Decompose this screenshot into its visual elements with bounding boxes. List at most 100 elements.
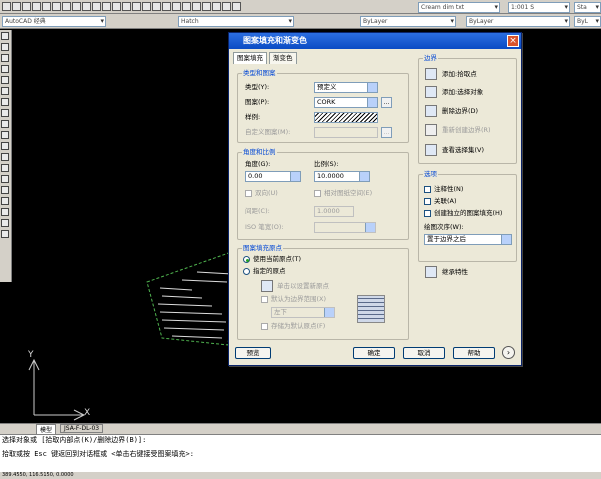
pattern-browse-button[interactable]: … (381, 97, 392, 108)
layer-select[interactable]: Hatch (178, 16, 294, 27)
color-select[interactable]: ByLayer (360, 16, 456, 27)
properties-icon[interactable] (162, 2, 171, 11)
tab-gradient[interactable]: 渐变色 (269, 52, 297, 64)
tool-palettes-icon[interactable] (182, 2, 191, 11)
gradient-icon[interactable] (1, 197, 9, 205)
save-icon[interactable] (22, 2, 31, 11)
inherit-properties-icon[interactable] (425, 266, 437, 278)
circle-icon[interactable] (1, 98, 9, 106)
double-checkbox (245, 190, 252, 197)
inherit-properties-label[interactable]: 继承特性 (442, 268, 468, 277)
markup-icon[interactable] (202, 2, 211, 11)
workspace-select[interactable]: AutoCAD 经典 (2, 16, 106, 27)
dim-scale-select[interactable]: 1:001 S (508, 2, 570, 13)
standard-select[interactable]: Sta (574, 2, 601, 13)
sheet-set-icon[interactable] (192, 2, 201, 11)
preview-icon[interactable] (42, 2, 51, 11)
hatch-icon[interactable] (1, 186, 9, 194)
scale-select[interactable]: 10.0000 (314, 171, 370, 182)
remove-boundaries-label[interactable]: 删除边界(D) (442, 107, 478, 116)
layout-tabs: 模型 JSA-F-DL-03 (0, 423, 601, 435)
separate-hatches-label: 创建独立的图案填充(H) (434, 209, 503, 217)
spacing-label: 间距(C): (245, 207, 270, 215)
tab-hatch[interactable]: 图案填充 (233, 52, 267, 64)
ok-button[interactable]: 确定 (353, 347, 395, 359)
default-extents-checkbox (261, 296, 268, 303)
command-window[interactable]: 选择对象或 [拾取内部点(K)/删除边界(B)]: 拾取或按 Esc 键返回到对… (0, 434, 601, 474)
insert-block-icon[interactable] (1, 153, 9, 161)
iso-pen-select (314, 222, 376, 233)
add-pick-points-label[interactable]: 添加:拾取点 (442, 70, 477, 79)
view-selections-label[interactable]: 查看选择集(V) (442, 146, 484, 155)
type-select[interactable]: 预定义 (314, 82, 378, 93)
current-origin-label: 使用当前原点(T) (253, 255, 302, 263)
undo-icon[interactable] (102, 2, 111, 11)
rectangle-icon[interactable] (1, 76, 9, 84)
ellipse-arc-icon[interactable] (1, 142, 9, 150)
help-button[interactable]: 帮助 (453, 347, 495, 359)
zoom-window-icon[interactable] (142, 2, 151, 11)
copy-icon[interactable] (72, 2, 81, 11)
annotative-checkbox[interactable] (424, 186, 431, 193)
paste-icon[interactable] (82, 2, 91, 11)
add-select-objects-label[interactable]: 添加:选择对象 (442, 88, 483, 97)
text-style-select[interactable]: Cream dim txt (418, 2, 500, 13)
print-icon[interactable] (32, 2, 41, 11)
pan-icon[interactable] (122, 2, 131, 11)
text-style-icon[interactable] (232, 2, 241, 11)
view-selections-icon[interactable] (425, 144, 437, 156)
cancel-button[interactable]: 取消 (403, 347, 445, 359)
associative-label: 关联(A) (434, 197, 457, 205)
tab-layout[interactable]: JSA-F-DL-03 (60, 424, 104, 433)
options-title: 选项 (423, 170, 438, 178)
arc-icon[interactable] (1, 87, 9, 95)
line-icon[interactable] (1, 32, 9, 40)
current-origin-radio[interactable] (243, 256, 250, 263)
add-select-objects-icon[interactable] (425, 86, 437, 98)
remove-boundaries-icon[interactable] (425, 105, 437, 117)
zoom-previous-icon[interactable] (152, 2, 161, 11)
pattern-select[interactable]: CORK (314, 97, 378, 108)
point-icon[interactable] (1, 175, 9, 183)
cut-icon[interactable] (62, 2, 71, 11)
design-center-icon[interactable] (172, 2, 181, 11)
publish-icon[interactable] (52, 2, 61, 11)
origin-preview-icon (357, 295, 385, 323)
zoom-realtime-icon[interactable] (132, 2, 141, 11)
spline-icon[interactable] (1, 120, 9, 128)
close-icon[interactable]: × (507, 35, 519, 47)
preview-button[interactable]: 预览 (235, 347, 271, 359)
swatch-preview[interactable] (314, 112, 378, 123)
custom-pattern-label: 自定义图案(M): (245, 128, 291, 136)
ellipse-icon[interactable] (1, 131, 9, 139)
store-default-checkbox (261, 323, 268, 330)
specified-origin-radio[interactable] (243, 268, 250, 275)
polyline-icon[interactable] (1, 54, 9, 62)
region-icon[interactable] (1, 208, 9, 216)
mtext-icon[interactable] (1, 230, 9, 238)
construction-line-icon[interactable] (1, 43, 9, 51)
custom-pattern-select (314, 127, 378, 138)
help-icon[interactable] (222, 2, 231, 11)
open-file-icon[interactable] (12, 2, 21, 11)
new-file-icon[interactable] (2, 2, 11, 11)
revision-cloud-icon[interactable] (1, 109, 9, 117)
y-axis-label: Y (28, 350, 34, 360)
linetype-select[interactable]: ByLayer (466, 16, 570, 27)
separate-hatches-checkbox[interactable] (424, 210, 431, 217)
scale-label: 比例(S): (314, 160, 339, 168)
options-group: 选项 (418, 170, 517, 262)
angle-select[interactable]: 0.00 (245, 171, 301, 182)
add-pick-points-icon[interactable] (425, 68, 437, 80)
draw-order-select[interactable]: 置于边界之后 (424, 234, 512, 245)
make-block-icon[interactable] (1, 164, 9, 172)
match-properties-icon[interactable] (92, 2, 101, 11)
more-options-icon[interactable]: › (502, 346, 515, 359)
calculator-icon[interactable] (212, 2, 221, 11)
table-icon[interactable] (1, 219, 9, 227)
associative-checkbox[interactable] (424, 198, 431, 205)
redo-icon[interactable] (112, 2, 121, 11)
double-label: 双向(U) (255, 189, 278, 197)
polygon-icon[interactable] (1, 65, 9, 73)
lineweight-select[interactable]: ByL (574, 16, 601, 27)
